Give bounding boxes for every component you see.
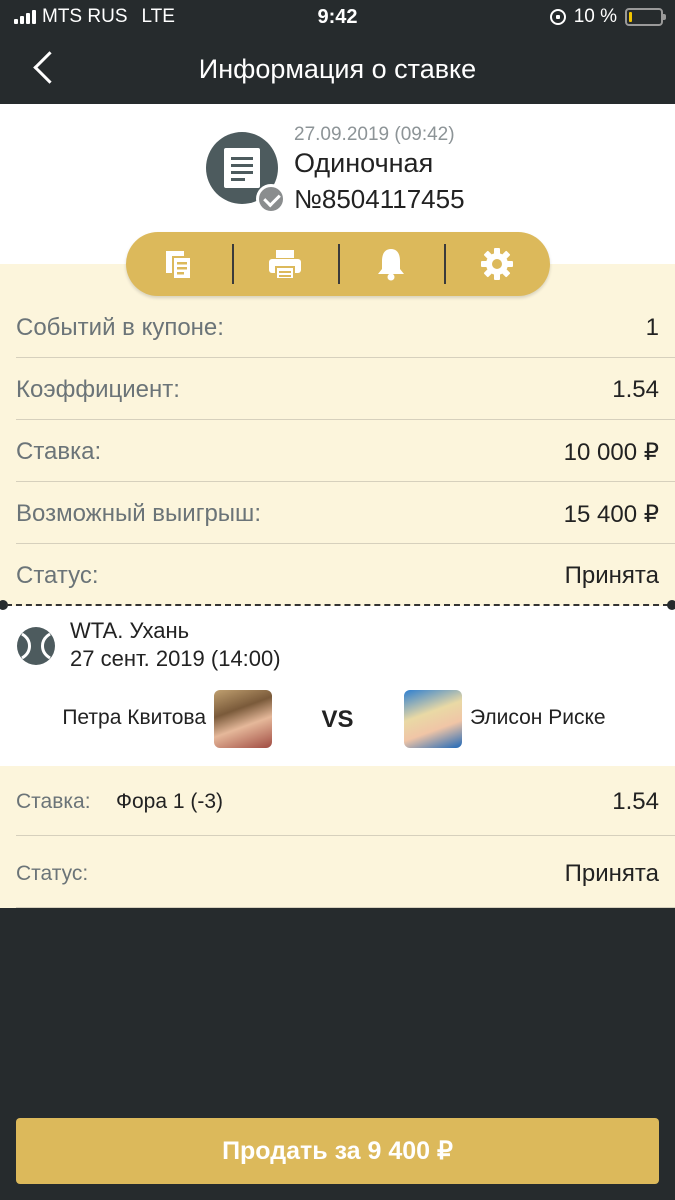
summary-value: 1 [645,314,659,341]
summary-label: Ставка: [16,438,102,465]
summary-row-stake: Ставка: 10 000 ₽ [16,420,675,482]
rotation-lock-icon [549,9,566,25]
page-title: Информация о ставке [198,54,477,84]
copy-button[interactable] [126,232,232,296]
bet-type: Одиночная [294,148,434,178]
bet-date: 27.09.2019 (09:42) [294,124,455,145]
status-right: 10 % [549,6,666,28]
detail-status: Принята [564,860,659,887]
notification-button[interactable] [338,232,444,296]
detail-row-stake: Ставка: Фора 1 (-3) 1.54 [16,766,675,836]
event-date: 27 сент. 2019 (14:00) [70,646,281,671]
summary-label: Статус: [16,562,99,589]
gear-icon [481,248,513,280]
summary-value: 1.54 [612,376,659,403]
print-icon [269,250,301,280]
summary-row-status: Статус: Принята [16,544,675,606]
tournament-name: WTA. Ухань [70,618,190,643]
summary-label: Событий в купоне: [16,314,224,341]
sell-bet-button[interactable]: Продать за 9 400 ₽ [16,1118,659,1184]
bet-summary: Событий в купоне: 1 Коэффициент: 1.54 Ст… [0,264,675,606]
player2-photo [404,690,462,748]
summary-label: Возможный выигрыш: [16,500,261,527]
detail-row-status: Статус: Принята [16,836,675,908]
action-bar [126,232,550,296]
summary-row-payout: Возможный выигрыш: 15 400 ₽ [16,482,675,544]
event-card: WTA. Ухань 27 сент. 2019 (14:00) Петра К… [0,606,675,766]
battery-percent: 10 % [573,6,617,27]
detail-odds: 1.54 [612,788,659,815]
settings-button[interactable] [444,232,550,296]
summary-row-odds: Коэффициент: 1.54 [16,358,675,420]
copy-icon [166,251,192,280]
bet-details: Ставка: Фора 1 (-3) 1.54 Статус: Принята [0,766,675,908]
detail-outcome: Фора 1 (-3) [116,790,224,813]
detail-stake-label: Ставка: [16,790,91,813]
status-bar: MTS RUS LTE 9:42 10 % [0,0,675,34]
battery-level [629,12,632,22]
summary-row-events: Событий в купоне: 1 [16,296,675,358]
print-button[interactable] [232,232,338,296]
coupon-separator [0,598,675,612]
summary-label: Коэффициент: [16,376,180,403]
battery-icon [625,8,666,26]
player2-name: Элисон Риске [470,706,606,729]
navigation-bar: Информация о ставке [0,34,675,104]
summary-value: 10 000 ₽ [563,439,659,466]
bell-icon [378,249,404,281]
check-icon [256,184,286,214]
summary-value: 15 400 ₽ [563,501,659,528]
tennis-ball-icon [17,627,55,665]
bet-number: №8504117455 [294,184,465,214]
detail-status-label: Статус: [16,862,89,885]
summary-value: Принята [564,562,659,589]
